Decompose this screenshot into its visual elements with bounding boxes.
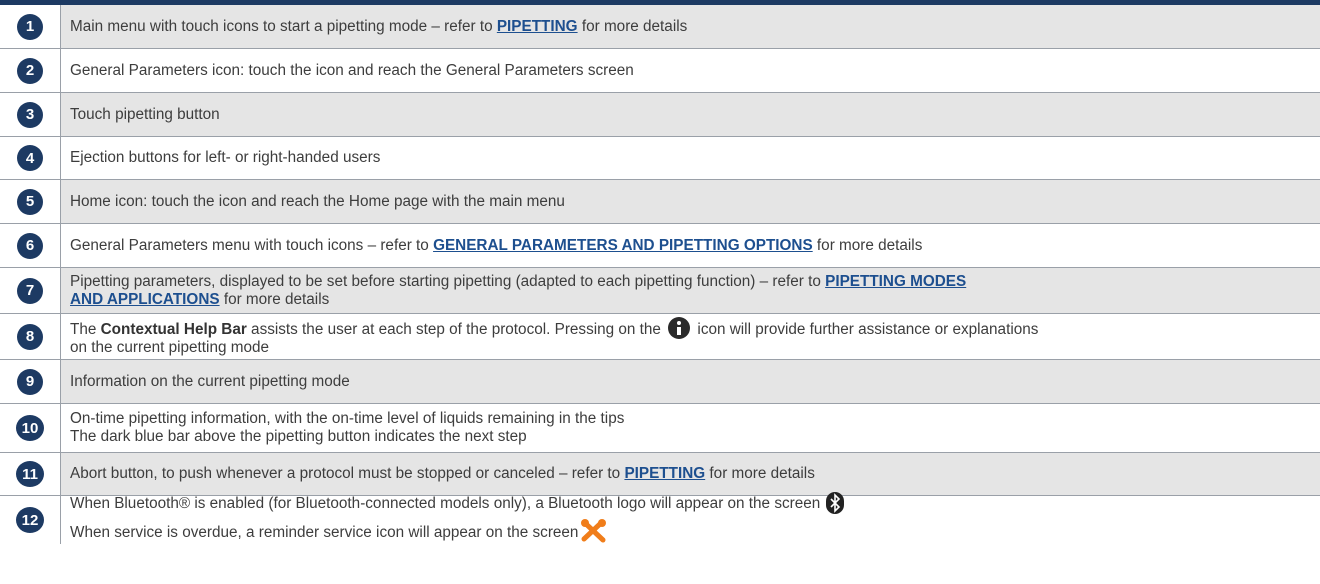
text-segment: Touch pipetting button bbox=[70, 105, 220, 123]
table-row: 4 Ejection buttons for left- or right-ha… bbox=[0, 137, 1320, 180]
text-segment: on the current pipetting mode bbox=[70, 338, 269, 356]
number-cell: 11 bbox=[0, 453, 61, 495]
row-text: Home icon: touch the icon and reach the … bbox=[61, 180, 1320, 223]
number-cell: 4 bbox=[0, 137, 61, 179]
table-row: 6 General Parameters menu with touch ico… bbox=[0, 224, 1320, 268]
table-row: 2 General Parameters icon: touch the ico… bbox=[0, 49, 1320, 93]
number-badge: 9 bbox=[17, 368, 43, 395]
legend-table: 1 Main menu with touch icons to start a … bbox=[0, 5, 1320, 544]
table-row: 5 Home icon: touch the icon and reach th… bbox=[0, 180, 1320, 224]
table-row: 3 Touch pipetting button bbox=[0, 93, 1320, 137]
text-segment: for more details bbox=[705, 465, 815, 482]
row-text: Ejection buttons for left- or right-hand… bbox=[61, 137, 1320, 179]
text-segment: icon will provide further assistance or … bbox=[693, 320, 1039, 338]
pipetting-modes-link[interactable]: PIPETTING MODES bbox=[825, 273, 966, 290]
general-parameters-link[interactable]: GENERAL PARAMETERS AND PIPETTING OPTIONS bbox=[433, 237, 813, 254]
number-badge: 5 bbox=[17, 188, 43, 215]
number-badge: 1 bbox=[17, 13, 43, 40]
number-cell: 9 bbox=[0, 360, 61, 403]
text-segment: for more details bbox=[577, 17, 688, 35]
table-row: 8 The Contextual Help Bar assists the us… bbox=[0, 314, 1320, 360]
text-segment: General Parameters menu with touch icons… bbox=[70, 236, 434, 254]
text-segment: On-time pipetting information, with the … bbox=[70, 410, 625, 427]
service-tools-icon bbox=[581, 519, 607, 548]
number-cell: 7 bbox=[0, 268, 61, 313]
text-segment: The bbox=[70, 320, 101, 338]
row-text: General Parameters menu with touch icons… bbox=[61, 224, 1320, 267]
text-segment: Information on the current pipetting mod… bbox=[70, 372, 350, 390]
text-segment: for more details bbox=[812, 236, 923, 254]
table-row: 7 Pipetting parameters, displayed to be … bbox=[0, 268, 1320, 314]
table-row: 1 Main menu with touch icons to start a … bbox=[0, 5, 1320, 49]
number-cell: 3 bbox=[0, 93, 61, 136]
and-applications-link[interactable]: AND APPLICATIONS bbox=[70, 291, 220, 308]
pipetting-link[interactable]: PIPETTING bbox=[624, 465, 705, 482]
number-cell: 2 bbox=[0, 49, 61, 92]
row-text: Pipetting parameters, displayed to be se… bbox=[61, 268, 1320, 313]
number-cell: 1 bbox=[0, 5, 61, 48]
number-badge: 8 bbox=[17, 323, 43, 350]
bluetooth-icon bbox=[825, 492, 845, 519]
contextual-help-bar-term: Contextual Help Bar bbox=[100, 320, 247, 338]
table-row: 10 On-time pipetting information, with t… bbox=[0, 404, 1320, 453]
table-row: 11 Abort button, to push whenever a prot… bbox=[0, 453, 1320, 496]
number-cell: 6 bbox=[0, 224, 61, 267]
number-badge: 2 bbox=[17, 57, 43, 84]
text-segment: When service is overdue, a reminder serv… bbox=[70, 524, 579, 541]
number-cell: 5 bbox=[0, 180, 61, 223]
table-row: 12 When Bluetooth® is enabled (for Bluet… bbox=[0, 492, 1320, 544]
text-segment: Abort button, to push whenever a protoco… bbox=[70, 465, 625, 482]
table-row: 9 Information on the current pipetting m… bbox=[0, 360, 1320, 404]
number-cell: 8 bbox=[0, 314, 61, 359]
number-badge: 6 bbox=[17, 232, 43, 259]
number-cell: 12 bbox=[0, 496, 61, 544]
row-text: On-time pipetting information, with the … bbox=[61, 404, 1320, 452]
number-badge: 3 bbox=[17, 101, 43, 128]
info-icon bbox=[668, 316, 691, 339]
text-segment: for more details bbox=[219, 290, 330, 308]
text-segment: Main menu with touch icons to start a pi… bbox=[70, 17, 497, 35]
number-badge: 12 bbox=[16, 507, 44, 533]
text-segment: Home icon: touch the icon and reach the … bbox=[70, 192, 565, 210]
text-segment: When Bluetooth® is enabled (for Bluetoot… bbox=[70, 495, 821, 512]
text-segment: The dark blue bar above the pipetting bu… bbox=[70, 428, 527, 445]
row-text: When Bluetooth® is enabled (for Bluetoot… bbox=[61, 492, 1320, 544]
number-cell: 10 bbox=[0, 404, 61, 452]
number-badge: 4 bbox=[17, 145, 43, 171]
row-text: Information on the current pipetting mod… bbox=[61, 360, 1320, 403]
number-badge: 10 bbox=[16, 415, 44, 441]
text-segment: Ejection buttons for left- or right-hand… bbox=[70, 149, 381, 166]
row-text: Touch pipetting button bbox=[61, 93, 1320, 136]
text-segment: General Parameters icon: touch the icon … bbox=[70, 61, 634, 79]
row-text: Abort button, to push whenever a protoco… bbox=[61, 453, 1320, 495]
text-segment: assists the user at each step of the pro… bbox=[246, 320, 666, 338]
text-segment: Pipetting parameters, displayed to be se… bbox=[70, 272, 826, 290]
number-badge: 7 bbox=[17, 277, 43, 304]
row-text: Main menu with touch icons to start a pi… bbox=[61, 5, 1320, 48]
row-text: The Contextual Help Bar assists the user… bbox=[61, 314, 1320, 359]
row-text: General Parameters icon: touch the icon … bbox=[61, 49, 1320, 92]
number-badge: 11 bbox=[16, 461, 44, 487]
pipetting-link[interactable]: PIPETTING bbox=[497, 18, 578, 35]
